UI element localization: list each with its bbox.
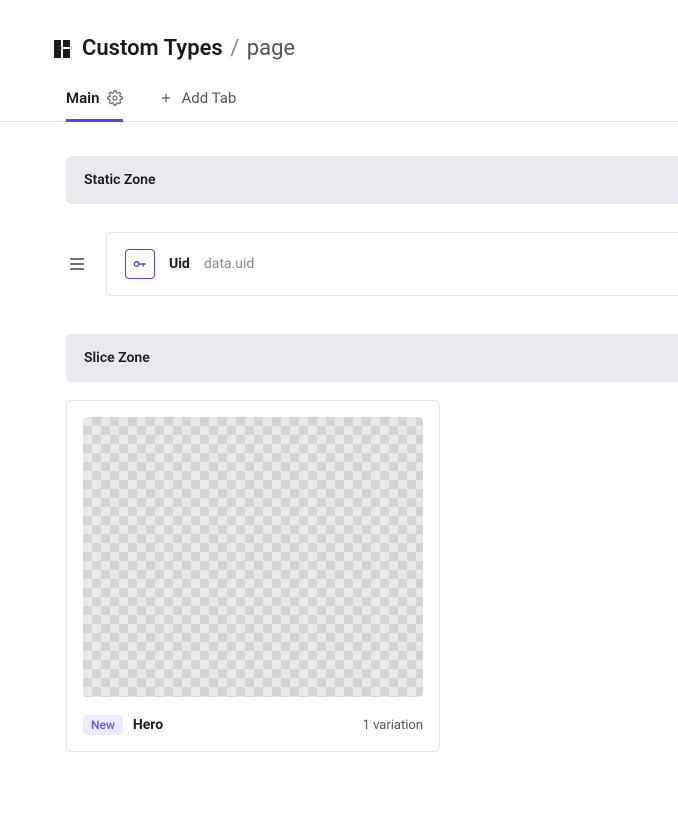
slice-zone-header: Slice Zone — [66, 334, 678, 382]
field-row: Uid data.uid — [66, 232, 678, 296]
page-title: Custom Types / page — [82, 36, 295, 61]
slice-footer: New Hero 1 variation — [83, 715, 423, 735]
slice-name: Hero — [133, 717, 163, 733]
status-badge-new: New — [83, 715, 123, 735]
field-label: Uid — [169, 256, 190, 272]
field-card-uid[interactable]: Uid data.uid — [106, 232, 678, 296]
breadcrumb: Custom Types / page — [0, 0, 678, 61]
plus-icon — [159, 91, 173, 105]
slice-card-hero[interactable]: New Hero 1 variation — [66, 400, 440, 752]
breadcrumb-root[interactable]: Custom Types — [82, 36, 223, 61]
drag-handle-icon[interactable] — [66, 254, 88, 274]
logo-icon — [54, 40, 72, 58]
tabs-bar: Main Add Tab — [0, 89, 678, 122]
add-tab-button[interactable]: Add Tab — [159, 89, 236, 121]
breadcrumb-separator: / — [230, 36, 239, 61]
gear-icon[interactable] — [107, 90, 123, 106]
add-tab-label: Add Tab — [181, 89, 236, 107]
tab-main-label: Main — [66, 89, 99, 107]
key-icon — [125, 249, 155, 279]
breadcrumb-current: page — [247, 36, 295, 61]
slice-preview-placeholder — [83, 417, 423, 697]
static-zone-header: Static Zone — [66, 156, 678, 204]
tab-main[interactable]: Main — [66, 89, 123, 121]
field-path: data.uid — [204, 256, 254, 272]
variation-count: 1 variation — [363, 718, 423, 733]
